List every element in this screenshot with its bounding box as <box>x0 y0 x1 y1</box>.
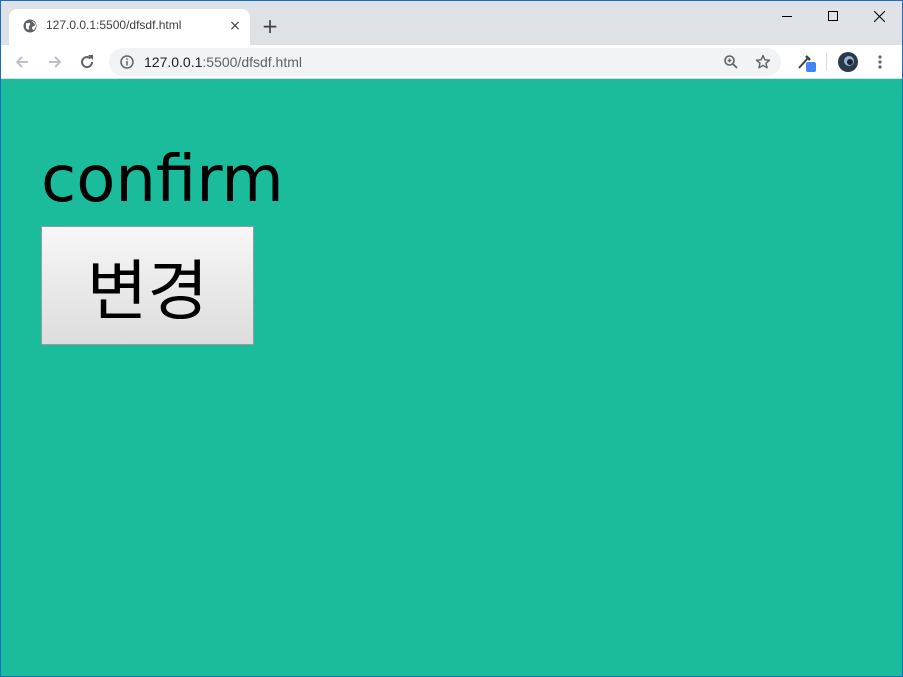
eyedropper-extension-icon[interactable] <box>795 51 817 73</box>
minimize-icon <box>782 16 792 17</box>
browser-toolbar: 127.0.0.1:5500/dfsdf.html <box>1 45 902 79</box>
maximize-button[interactable] <box>810 1 856 31</box>
zoom-icon[interactable] <box>723 54 739 70</box>
info-icon[interactable] <box>120 55 134 69</box>
profile-avatar[interactable] <box>837 51 859 73</box>
page-content: confirm 변경 <box>1 80 902 676</box>
url-path: :5500/dfsdf.html <box>202 54 303 70</box>
close-icon <box>873 10 885 22</box>
more-vert-icon <box>878 55 882 69</box>
url-host: 127.0.0.1 <box>144 54 203 70</box>
back-arrow-icon <box>15 56 28 68</box>
toolbar-divider <box>826 53 827 71</box>
globe-icon <box>23 19 37 33</box>
bookmark-star-icon[interactable] <box>755 54 771 70</box>
forward-button[interactable] <box>44 51 66 73</box>
reload-icon <box>81 55 94 69</box>
change-button[interactable]: 변경 <box>41 226 254 345</box>
more-menu-button[interactable] <box>869 51 891 73</box>
reload-button[interactable] <box>76 51 98 73</box>
tab-title: 127.0.0.1:5500/dfsdf.html <box>46 18 182 32</box>
avatar-icon <box>838 52 858 72</box>
browser-window: 127.0.0.1:5500/dfsdf.html × + 127.0.0.1:… <box>1 1 902 676</box>
close-window-button[interactable] <box>856 1 902 31</box>
tab-strip: 127.0.0.1:5500/dfsdf.html × + <box>1 1 902 45</box>
new-tab-button[interactable]: + <box>259 14 281 38</box>
minimize-button[interactable] <box>764 1 810 31</box>
close-tab-icon[interactable]: × <box>227 18 243 34</box>
browser-tab[interactable]: 127.0.0.1:5500/dfsdf.html × <box>9 9 250 45</box>
back-button[interactable] <box>11 51 33 73</box>
address-bar[interactable]: 127.0.0.1:5500/dfsdf.html <box>109 48 781 76</box>
forward-arrow-icon <box>49 56 62 68</box>
page-heading: confirm <box>41 143 284 217</box>
maximize-icon <box>828 11 838 21</box>
url-text[interactable]: 127.0.0.1:5500/dfsdf.html <box>144 54 302 70</box>
